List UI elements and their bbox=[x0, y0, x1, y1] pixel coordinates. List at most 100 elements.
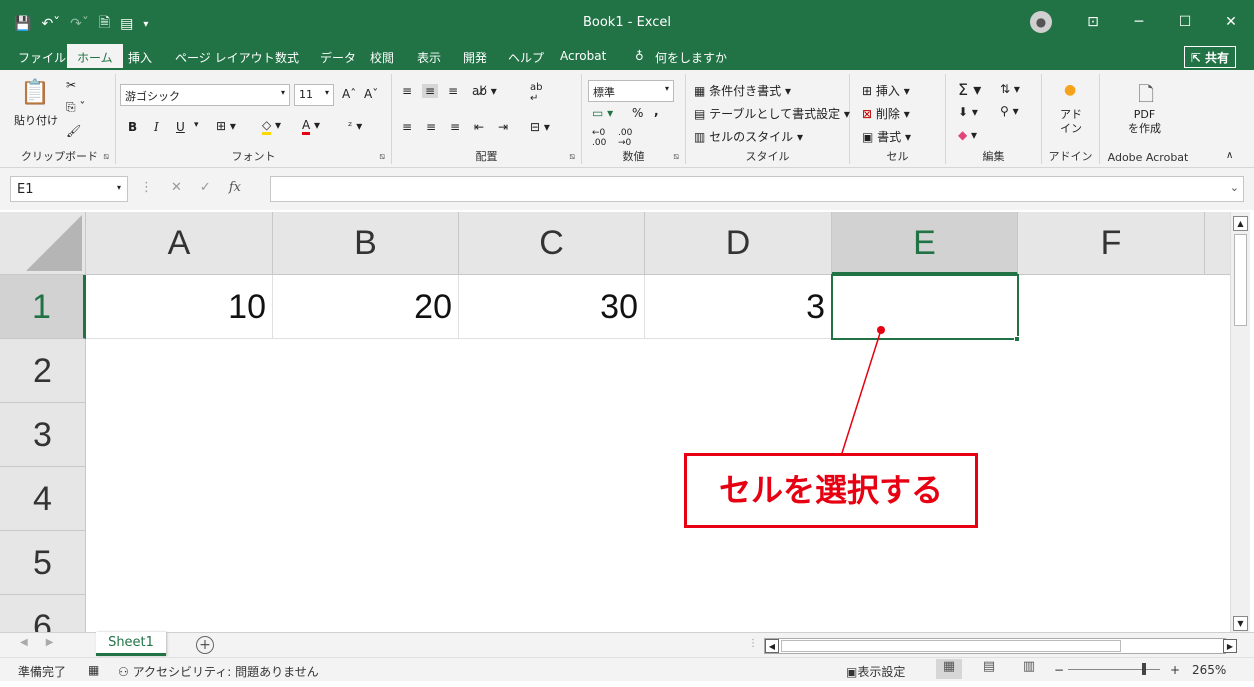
zoom-slider-track[interactable] bbox=[1068, 669, 1160, 670]
add-sheet-icon[interactable]: + bbox=[196, 636, 214, 654]
name-box[interactable]: E1 ▾ bbox=[10, 176, 128, 202]
scroll-down-icon[interactable]: ▼ bbox=[1233, 616, 1248, 631]
tab-view[interactable]: 表示 bbox=[417, 49, 441, 66]
delete-cells-button[interactable]: ⊠ 削除 ▾ bbox=[862, 105, 910, 122]
decrease-indent-icon[interactable]: ⇤ bbox=[474, 120, 484, 134]
clear-icon[interactable]: ◆ ▾ bbox=[958, 128, 977, 142]
cancel-icon[interactable]: ✕ bbox=[171, 180, 182, 195]
zoom-out-icon[interactable]: − bbox=[1054, 663, 1064, 677]
tab-developer[interactable]: 開発 bbox=[463, 49, 487, 66]
column-header-e[interactable]: E bbox=[832, 212, 1018, 275]
comma-button[interactable]: , bbox=[654, 104, 659, 118]
tab-help[interactable]: ヘルプ bbox=[508, 49, 544, 66]
number-launcher-icon[interactable]: ⧅ bbox=[673, 152, 679, 162]
number-format-select[interactable]: 標準 ▾ bbox=[588, 80, 674, 102]
sort-filter-icon[interactable]: ⇅ ▾ bbox=[1000, 82, 1020, 96]
phonetic-icon[interactable]: ᶻ ▾ bbox=[348, 119, 362, 133]
expand-formula-bar-icon[interactable]: ⌄ bbox=[1230, 181, 1239, 194]
tab-file[interactable]: ファイル bbox=[18, 49, 66, 66]
zoom-slider-thumb[interactable] bbox=[1142, 663, 1146, 675]
font-launcher-icon[interactable]: ⧅ bbox=[379, 152, 385, 162]
collapse-ribbon-icon[interactable]: ∧ bbox=[1226, 150, 1233, 161]
format-cells-button[interactable]: ▣ 書式 ▾ bbox=[862, 128, 911, 145]
zoom-in-icon[interactable]: + bbox=[1170, 663, 1180, 677]
row-header-2[interactable]: 2 bbox=[0, 339, 86, 403]
column-header-d[interactable]: D bbox=[645, 212, 832, 275]
row-header-4[interactable]: 4 bbox=[0, 467, 86, 531]
tab-insert[interactable]: 挿入 bbox=[128, 49, 152, 66]
wrap-text-icon[interactable]: ab ↵ bbox=[530, 82, 542, 104]
align-center-icon[interactable]: ≡ bbox=[426, 120, 436, 134]
vertical-scroll-thumb[interactable] bbox=[1234, 234, 1247, 326]
account-avatar-icon[interactable]: ● bbox=[1030, 11, 1052, 33]
vertical-scrollbar[interactable]: ▲ ▼ bbox=[1230, 212, 1250, 632]
page-layout-view-icon[interactable]: ▤ bbox=[976, 659, 1002, 679]
share-button[interactable]: ⇱ 共有 bbox=[1183, 46, 1236, 68]
format-painter-icon[interactable]: 🖌 bbox=[66, 124, 81, 138]
worksheet-grid[interactable]: A B C D E F 1 2 3 4 5 6 10 20 30 3 bbox=[0, 212, 1230, 632]
formula-input[interactable]: ⌄ bbox=[270, 176, 1244, 202]
orientation-icon[interactable]: ab̸ ▾ bbox=[472, 84, 497, 98]
column-header-b[interactable]: B bbox=[273, 212, 459, 275]
merge-center-icon[interactable]: ⊟ ▾ bbox=[530, 120, 550, 134]
sheet-tab-sheet1[interactable]: Sheet1 bbox=[96, 632, 166, 656]
column-header-a[interactable]: A bbox=[86, 212, 273, 275]
addins-icon[interactable]: ● bbox=[1064, 82, 1076, 98]
close-button[interactable]: ✕ bbox=[1208, 14, 1254, 30]
column-header-f[interactable]: F bbox=[1018, 212, 1205, 275]
create-pdf-button[interactable]: PDF を作成 bbox=[1128, 108, 1161, 136]
borders-icon[interactable]: ⊞ ▾ bbox=[216, 119, 236, 133]
next-sheet-icon[interactable]: ▶ bbox=[46, 637, 54, 648]
enter-icon[interactable]: ✓ bbox=[200, 180, 211, 195]
restore-button[interactable]: ☐ bbox=[1162, 14, 1208, 30]
row-header-3[interactable]: 3 bbox=[0, 403, 86, 467]
cell-e1-selected[interactable] bbox=[831, 274, 1019, 340]
row-header-5[interactable]: 5 bbox=[0, 531, 86, 595]
column-header-c[interactable]: C bbox=[459, 212, 645, 275]
row-header-6[interactable]: 6 bbox=[0, 595, 86, 632]
percent-button[interactable]: % bbox=[632, 106, 643, 120]
prev-sheet-icon[interactable]: ◀ bbox=[20, 637, 28, 648]
scroll-left-icon[interactable]: ◀ bbox=[765, 639, 779, 653]
align-left-icon[interactable]: ≡ bbox=[402, 120, 412, 134]
underline-button[interactable]: U bbox=[176, 120, 185, 134]
clipboard-launcher-icon[interactable]: ⧅ bbox=[103, 152, 109, 162]
font-color-icon[interactable]: A ▾ bbox=[302, 118, 320, 135]
horizontal-scrollbar[interactable]: ◀ ▶ bbox=[764, 638, 1237, 654]
cut-icon[interactable]: ✂ bbox=[66, 78, 76, 92]
scroll-right-icon[interactable]: ▶ bbox=[1223, 639, 1237, 653]
underline-dropdown-icon[interactable]: ▾ bbox=[194, 120, 199, 130]
align-middle-icon[interactable]: ≡ bbox=[422, 84, 439, 98]
zoom-level[interactable]: 265% bbox=[1192, 663, 1226, 677]
paste-button[interactable]: 貼り付け bbox=[14, 112, 58, 128]
fill-color-icon[interactable]: ◇ ▾ bbox=[262, 118, 281, 135]
font-name-select[interactable]: 游ゴシック ▾ bbox=[120, 84, 290, 106]
tab-acrobat[interactable]: Acrobat bbox=[560, 49, 606, 63]
alignment-launcher-icon[interactable]: ⧅ bbox=[569, 152, 575, 162]
minimize-button[interactable]: ─ bbox=[1116, 14, 1162, 30]
split-handle-icon[interactable]: ⋮ bbox=[748, 638, 758, 649]
cell-styles-button[interactable]: ▥ セルのスタイル ▾ bbox=[694, 128, 803, 145]
align-top-icon[interactable]: ≡ bbox=[402, 84, 412, 98]
paste-icon[interactable]: 📋 bbox=[20, 78, 50, 106]
macro-record-icon[interactable]: ▦ bbox=[88, 663, 99, 677]
tab-home[interactable]: ホーム bbox=[67, 44, 123, 70]
tab-data[interactable]: データ bbox=[320, 49, 356, 66]
tab-formulas[interactable]: 数式 bbox=[275, 49, 299, 66]
align-bottom-icon[interactable]: ≡ bbox=[448, 84, 458, 98]
conditional-format-button[interactable]: ▦ 条件付き書式 ▾ bbox=[694, 82, 791, 99]
insert-cells-button[interactable]: ⊞ 挿入 ▾ bbox=[862, 82, 910, 99]
tab-page-layout[interactable]: ページ レイアウト bbox=[175, 49, 275, 66]
increase-font-icon[interactable]: Aˆ bbox=[342, 87, 356, 101]
page-break-view-icon[interactable]: ▥ bbox=[1016, 659, 1042, 679]
ribbon-display-options-icon[interactable]: ⊡ bbox=[1070, 14, 1116, 30]
font-size-select[interactable]: 11 ▾ bbox=[294, 84, 334, 106]
find-select-icon[interactable]: ⚲ ▾ bbox=[1000, 104, 1019, 118]
format-as-table-button[interactable]: ▤ テーブルとして書式設定 ▾ bbox=[694, 105, 850, 122]
align-right-icon[interactable]: ≡ bbox=[450, 120, 460, 134]
horizontal-scroll-thumb[interactable] bbox=[781, 640, 1121, 652]
scroll-up-icon[interactable]: ▲ bbox=[1233, 216, 1248, 231]
name-box-dropdown-icon[interactable]: ▾ bbox=[117, 183, 121, 192]
tab-review[interactable]: 校閲 bbox=[370, 49, 394, 66]
autosum-icon[interactable]: Σ ▾ bbox=[958, 80, 981, 99]
